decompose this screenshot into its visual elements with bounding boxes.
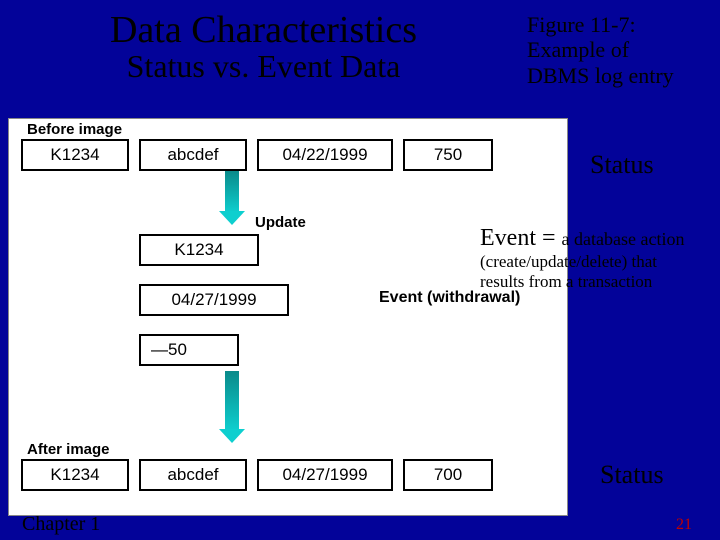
figure-caption: Figure 11-7: Example of DBMS log entry [527, 8, 702, 88]
before-c2: abcdef [139, 139, 247, 171]
after-c3: 04/27/1999 [257, 459, 393, 491]
before-row: K1234 abcdef 04/22/1999 750 [21, 139, 493, 171]
title-main: Data Characteristics [0, 8, 527, 52]
update-r1: K1234 [139, 234, 259, 266]
title-sub: Status vs. Event Data [0, 48, 527, 85]
status-label-2: Status [600, 460, 664, 490]
event-small: a database action [562, 229, 685, 249]
event-rest1: (create/update/delete) that [480, 252, 720, 272]
update-c2: 04/27/1999 [139, 284, 289, 316]
event-prefix: Event = [480, 225, 562, 251]
before-c3: 04/22/1999 [257, 139, 393, 171]
arrow-down-icon [225, 171, 239, 213]
after-c4: 700 [403, 459, 493, 491]
chapter-label: Chapter 1 [22, 513, 100, 536]
arrow-down-icon [225, 371, 239, 431]
after-label: After image [27, 441, 110, 458]
update-r2: 04/27/1999 [139, 284, 289, 316]
page-number: 21 [676, 516, 692, 534]
update-c1: K1234 [139, 234, 259, 266]
before-c1: K1234 [21, 139, 129, 171]
after-c2: abcdef [139, 459, 247, 491]
figcap-line2: Example of [527, 37, 702, 62]
figcap-line3: DBMS log entry [527, 63, 702, 88]
event-line1: Event = a database action [480, 225, 720, 252]
status-label-1: Status [590, 150, 654, 180]
update-c3: —50 [139, 334, 239, 366]
after-row: K1234 abcdef 04/27/1999 700 [21, 459, 493, 491]
before-c4: 750 [403, 139, 493, 171]
before-label: Before image [27, 121, 122, 138]
after-c1: K1234 [21, 459, 129, 491]
update-label: Update [255, 214, 306, 231]
event-withdrawal-label: Event (withdrawal) [379, 289, 520, 307]
figcap-line1: Figure 11-7: [527, 12, 702, 37]
event-rest2: results from a transaction [480, 272, 720, 292]
event-annotation: Event = a database action (create/update… [480, 225, 720, 291]
diagram-area: Before image K1234 abcdef 04/22/1999 750… [8, 118, 568, 516]
update-r3: —50 [139, 334, 239, 366]
